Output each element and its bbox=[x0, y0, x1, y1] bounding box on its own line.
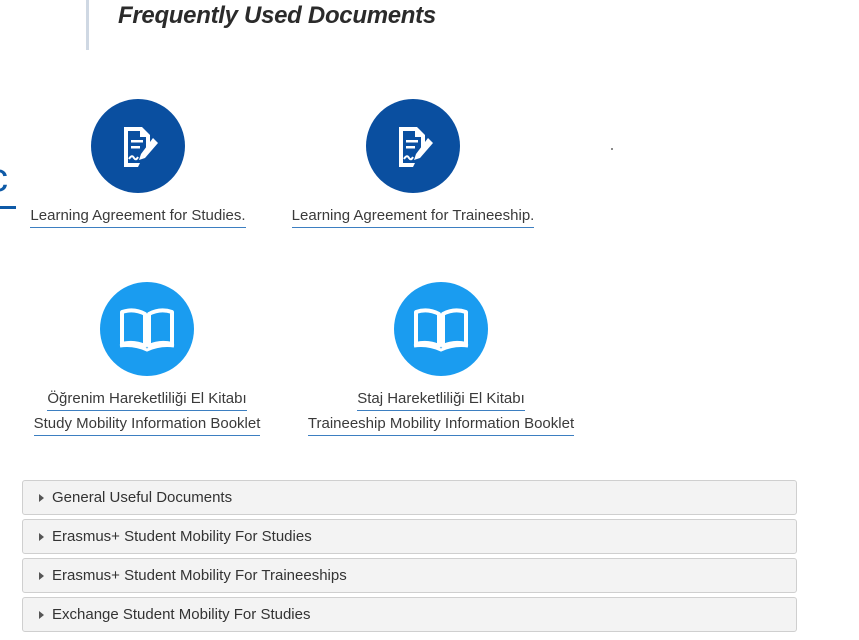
accordion-item-exchange-studies[interactable]: Exchange Student Mobility For Studies bbox=[22, 597, 797, 632]
accordion-item-label: Erasmus+ Student Mobility For Traineeshi… bbox=[52, 567, 347, 584]
accordion-item-erasmus-traineeships[interactable]: Erasmus+ Student Mobility For Traineeshi… bbox=[22, 558, 797, 593]
doc-card-learning-agreement-traineeship: Learning Agreement for Traineeship. bbox=[282, 99, 544, 228]
caret-right-icon bbox=[39, 493, 44, 502]
doc-card-study-mobility-booklet: Öğrenim Hareketliliği El Kitabı Study Mo… bbox=[20, 282, 274, 436]
accordion-item-label: General Useful Documents bbox=[52, 489, 233, 506]
doc-link-ogrenim-booklet[interactable]: Öğrenim Hareketliliği El Kitabı bbox=[47, 388, 247, 411]
open-book-icon[interactable] bbox=[100, 282, 194, 376]
decorative-dot bbox=[611, 148, 613, 150]
page-title: Frequently Used Documents bbox=[118, 2, 436, 29]
accordion-item-label: Exchange Student Mobility For Studies bbox=[52, 606, 311, 623]
open-book-icon[interactable] bbox=[394, 282, 488, 376]
doc-link-learning-agreement-studies[interactable]: Learning Agreement for Studies. bbox=[30, 205, 246, 228]
doc-card-learning-agreement-studies: Learning Agreement for Studies. bbox=[22, 99, 254, 228]
doc-link-staj-booklet[interactable]: Staj Hareketliliği El Kitabı bbox=[357, 388, 525, 411]
caret-right-icon bbox=[39, 532, 44, 541]
caret-right-icon bbox=[39, 610, 44, 619]
accordion-item-label: Erasmus+ Student Mobility For Studies bbox=[52, 528, 312, 545]
doc-link-traineeship-mobility-booklet[interactable]: Traineeship Mobility Information Booklet bbox=[307, 413, 575, 436]
heading-accent-bar bbox=[86, 0, 89, 50]
clipped-link-underline bbox=[0, 206, 16, 209]
document-signature-icon[interactable] bbox=[91, 99, 185, 193]
caret-right-icon bbox=[39, 571, 44, 580]
documents-accordion: General Useful Documents Erasmus+ Studen… bbox=[22, 480, 797, 636]
doc-link-study-mobility-booklet[interactable]: Study Mobility Information Booklet bbox=[33, 413, 261, 436]
document-signature-icon[interactable] bbox=[366, 99, 460, 193]
accordion-item-erasmus-studies[interactable]: Erasmus+ Student Mobility For Studies bbox=[22, 519, 797, 554]
doc-link-learning-agreement-traineeship[interactable]: Learning Agreement for Traineeship. bbox=[291, 205, 535, 228]
doc-card-traineeship-mobility-booklet: Staj Hareketliliği El Kitabı Traineeship… bbox=[292, 282, 590, 436]
accordion-item-general-useful-documents[interactable]: General Useful Documents bbox=[22, 480, 797, 515]
